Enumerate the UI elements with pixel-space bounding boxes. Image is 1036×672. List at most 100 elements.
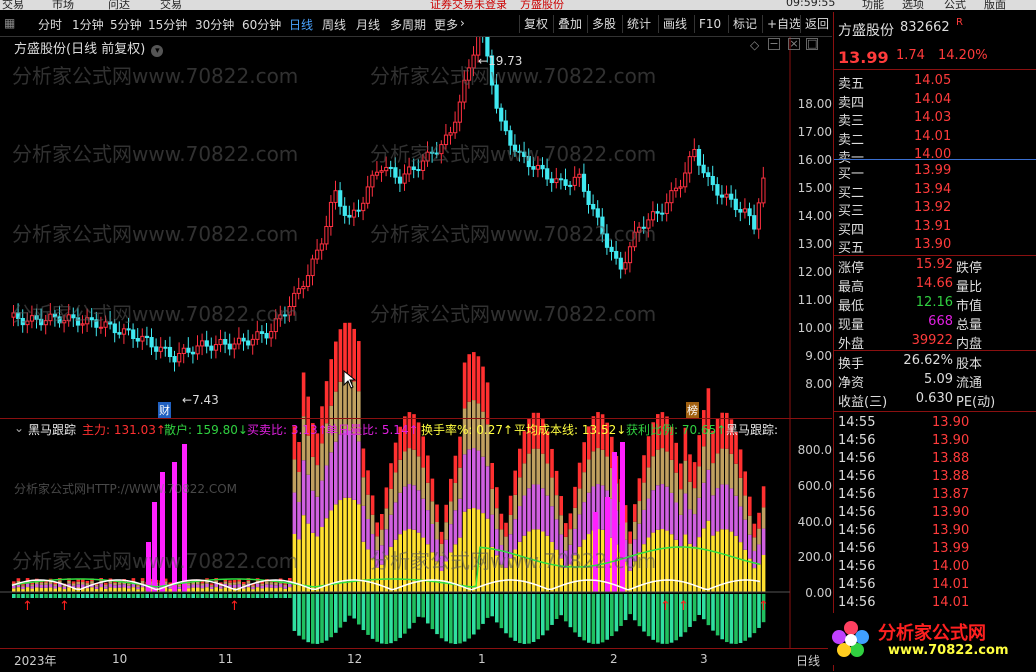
btn-f10[interactable]: F10 [694, 15, 725, 33]
candle [333, 190, 338, 203]
indicator-huoli: 获利比例: 70.65↑ [626, 423, 727, 437]
indicator-bar-down [324, 594, 329, 641]
candle [416, 169, 421, 172]
indicator-bar-down [564, 594, 568, 622]
period-daily[interactable]: 日线 [289, 16, 313, 33]
indicator-bar [426, 455, 430, 483]
menu-options[interactable]: 选项 [902, 0, 924, 10]
candle [379, 170, 384, 173]
indicator-bar [136, 585, 140, 588]
indicator-bar [646, 498, 651, 538]
menu-formula[interactable]: 公式 [944, 0, 966, 10]
indicator-bar-down [347, 594, 352, 616]
chevron-down-icon[interactable]: ⌄ [14, 421, 24, 435]
menu-layout[interactable]: 版面 [984, 0, 1006, 10]
indicator-bar-down [191, 594, 195, 598]
diamond-icon[interactable]: ◇ [750, 38, 759, 52]
tick-price: 13.90 [932, 523, 970, 538]
indicator-bar-down [738, 594, 743, 643]
indicator-bar [311, 456, 315, 491]
indicator-bar [683, 460, 688, 494]
indicator-bar [393, 502, 398, 540]
indicator-bar-down [21, 594, 25, 598]
candle [158, 346, 163, 352]
btn-fuquan[interactable]: 复权 [519, 15, 552, 33]
menu-trade-2[interactable]: 交易 [160, 0, 182, 10]
indicator-bar [720, 448, 724, 485]
indicator-bar-down [196, 594, 200, 598]
period-more[interactable]: 更多 [434, 16, 458, 33]
indicator-tick: 800.0 [797, 443, 832, 457]
menu-wenda[interactable]: 问达 [108, 0, 130, 10]
menu-market[interactable]: 市场 [52, 0, 74, 10]
indicator-bar [85, 588, 90, 592]
indicator-bar [725, 484, 729, 530]
indicator-bar [223, 581, 228, 584]
indicator-bar [306, 523, 310, 592]
period-monthly[interactable]: 月线 [356, 16, 380, 33]
period-1min[interactable]: 1分钟 [72, 16, 104, 33]
candle [549, 178, 554, 184]
period-multi[interactable]: 多周期 [390, 16, 426, 33]
watermark: 分析家公式网www.70822.com [370, 302, 657, 326]
tick-row: 14:56 13.87 [834, 487, 1036, 506]
indicator-bar-down [265, 594, 269, 598]
indicator-bar-down [186, 594, 191, 598]
btn-back[interactable]: 返回 [800, 15, 833, 33]
indicator-bar [301, 372, 306, 417]
btn-duogu[interactable]: 多股 [587, 15, 620, 33]
menu-function[interactable]: 功能 [862, 0, 884, 10]
tick-row: 14:56 14.01 [834, 595, 1036, 614]
quote-panel: 方盛股份 832662 R 13.99 1.74 14.20% 卖五 14.05… [833, 12, 1036, 671]
indicator-bar [729, 453, 734, 489]
candle [140, 335, 145, 342]
indicator-bar [191, 584, 195, 588]
candle [554, 178, 559, 184]
indicator-bar [527, 453, 531, 489]
period-label[interactable]: 日线 [796, 652, 820, 669]
indicator-bar [127, 588, 131, 592]
period-fenshi[interactable]: 分时 [38, 16, 62, 33]
btn-tongji[interactable]: 统计 [622, 15, 655, 33]
list-marker[interactable]: 榜 [686, 402, 699, 418]
indicator-bar [412, 449, 416, 486]
indicator-bar [633, 521, 637, 540]
btn-diejia[interactable]: 叠加 [553, 15, 586, 33]
indicator-bar [329, 452, 333, 511]
indicator-bar [209, 585, 214, 587]
finance-marker[interactable]: 财 [158, 402, 171, 418]
candle [131, 329, 136, 340]
period-15min[interactable]: 15分钟 [148, 16, 187, 33]
indicator-bar [283, 586, 287, 589]
indicator-bar-down [122, 594, 126, 598]
candle [324, 226, 329, 245]
grid-icon[interactable]: ▦ [4, 16, 15, 30]
btn-huaxian[interactable]: 画线 [658, 15, 691, 33]
period-60min[interactable]: 60分钟 [242, 16, 281, 33]
indicator-bar [748, 534, 752, 559]
price-tick: 13.00 [797, 237, 832, 251]
candle [296, 288, 301, 294]
btn-biaoji[interactable]: 标记 [728, 15, 761, 33]
period-5min[interactable]: 5分钟 [110, 16, 142, 33]
btn-add-watchlist[interactable]: +自选 [762, 15, 805, 33]
indicator-bar-down [306, 594, 310, 643]
period-weekly[interactable]: 周线 [322, 16, 346, 33]
indicator-bar [752, 537, 757, 552]
indicator-bar [251, 587, 255, 590]
indicator-bar [85, 580, 90, 584]
indicator-bar [44, 584, 48, 588]
indicator-bar [743, 495, 747, 520]
period-30min[interactable]: 30分钟 [195, 16, 234, 33]
indicator-bar [587, 492, 591, 535]
indicator-name[interactable]: 黑马跟踪 [28, 421, 76, 438]
indicator-bar [582, 502, 586, 540]
indicator-bar-down [255, 594, 260, 598]
chevron-right-icon[interactable]: › [460, 16, 465, 30]
indicator-bar [329, 359, 333, 406]
menu-trade[interactable]: 交易 [2, 0, 24, 10]
indicator-bar [453, 510, 458, 545]
indicator-bar-down [292, 594, 297, 631]
chevron-down-icon[interactable]: ▾ [151, 45, 164, 57]
minus-icon[interactable]: − [768, 38, 780, 50]
